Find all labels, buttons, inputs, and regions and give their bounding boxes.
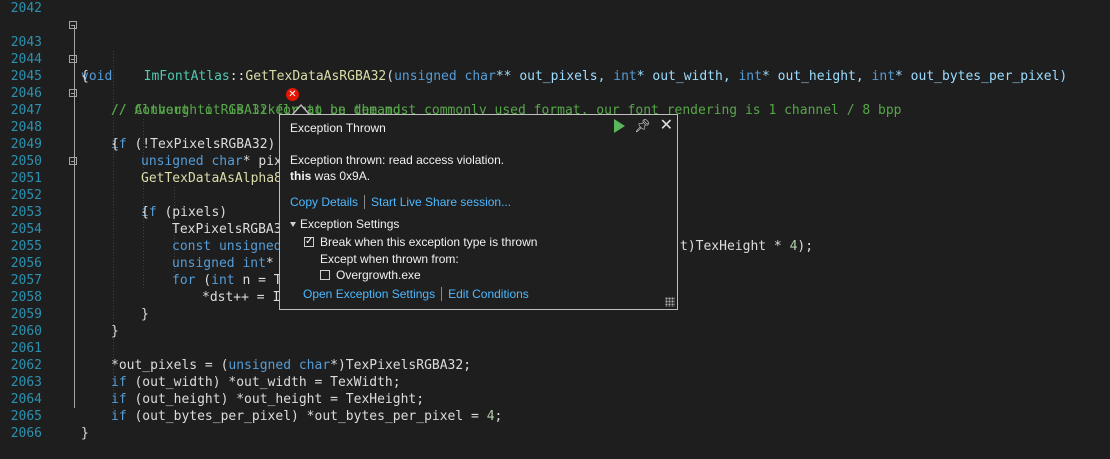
popup-actions: Copy Details Start Live Share session... [290,195,511,209]
exception-settings-header[interactable]: Exception Settings [290,217,399,231]
open-exception-settings-link[interactable]: Open Exception Settings [303,287,435,301]
copy-details-link[interactable]: Copy Details [290,195,358,209]
code-line: 2066 [0,408,1110,441]
code-line: 2042 [0,0,1110,17]
code-line: 2064 if (out_bytes_per_pixel) *out_bytes… [0,374,1110,424]
popup-toolbar: 📌︎ ✕ [614,118,673,134]
break-label: Break when this exception type is thrown [320,235,538,249]
error-icon[interactable]: ✕ [286,88,299,101]
code-line: 2061 *out_pixels = (unsigned char*)TexPi… [0,323,1110,373]
expand-triangle-icon[interactable] [290,222,296,228]
collapse-icon[interactable] [69,157,77,165]
message-line: this was 0x9A. [290,168,504,184]
collapse-icon[interactable] [69,55,77,63]
module-label: Overgrowth.exe [336,268,421,282]
live-share-link[interactable]: Start Live Share session... [371,195,511,209]
code-line: 2062 if (out_width) *out_width = TexWidt… [0,340,1110,390]
settings-header-label: Exception Settings [300,217,400,231]
module-checkbox-row[interactable]: Overgrowth.exe [320,268,421,282]
module-checkbox[interactable] [320,270,330,280]
edit-conditions-link[interactable]: Edit Conditions [448,287,529,301]
message-text: was 0x9A. [311,169,371,183]
resize-grip-icon[interactable] [665,297,675,307]
pin-icon[interactable]: 📌︎ [634,118,651,134]
code-line: 2065 } [0,391,1110,441]
exception-message: Exception thrown: read access violation.… [290,152,504,184]
collapse-icon[interactable] [69,21,77,29]
message-bold: this [290,169,312,183]
exception-popup[interactable]: Exception Thrown 📌︎ ✕ Exception thrown: … [279,114,678,310]
message-line: Exception thrown: read access violation. [290,153,505,167]
break-checkbox-row[interactable]: ✓ Break when this exception type is thro… [304,235,537,249]
popup-title: Exception Thrown [290,121,386,135]
code-line: 2044 { [0,34,1110,84]
divider [441,287,443,301]
code-line: 2045 // Convert to RGBA32 format on dema… [0,51,1110,118]
collapse-icon[interactable] [69,89,77,97]
code-line: 2047 if (!TexPixelsRGBA32) [0,85,1110,152]
popup-footer-links: Open Exception Settings Edit Conditions [303,287,529,301]
play-icon[interactable] [614,119,626,133]
except-label: Except when thrown from: [320,252,459,266]
close-icon[interactable]: ✕ [660,118,673,134]
line-number: 2042 [10,1,42,16]
code-line: 2063 if (out_height) *out_height = TexHe… [0,357,1110,407]
code-line: 2043 void ImFontAtlas::GetTexDataAsRGBA3… [0,17,1110,84]
divider [364,195,366,209]
code-line: 2046 // Although it is likely to be the … [0,68,1110,118]
break-checkbox[interactable]: ✓ [304,237,314,247]
